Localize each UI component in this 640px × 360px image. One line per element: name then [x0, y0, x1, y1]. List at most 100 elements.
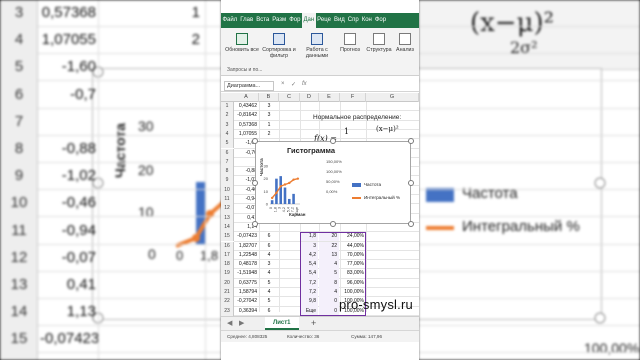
cell-a[interactable]: 1,22548	[234, 251, 258, 260]
outline-icon	[373, 33, 385, 45]
cell-b[interactable]: 3	[259, 260, 279, 269]
column-header[interactable]: E	[319, 93, 340, 102]
ribbon-tab[interactable]: Кон	[360, 13, 373, 28]
chart-resize-handle[interactable]	[408, 138, 414, 144]
histogram-bar	[292, 193, 295, 204]
column-header[interactable]: A	[234, 93, 259, 102]
row-header[interactable]: 14	[221, 222, 234, 233]
row-header[interactable]: 1	[221, 102, 234, 112]
row-header[interactable]: 4	[221, 129, 234, 140]
cell-a[interactable]: 1,82707	[234, 242, 258, 251]
row-header[interactable]: 19	[221, 269, 234, 279]
cell-b[interactable]: 5	[259, 297, 279, 306]
y2-tick-label: 150,00%	[326, 159, 342, 164]
row-header[interactable]: 22	[221, 297, 234, 307]
prev-sheet-icon[interactable]: ◀	[227, 319, 232, 327]
cell-b[interactable]: 6	[259, 242, 279, 251]
fx-icon[interactable]: fx	[302, 81, 307, 87]
cell-b[interactable]: 3	[259, 102, 279, 111]
ribbon-tab[interactable]: Фор	[373, 13, 387, 28]
cell-a[interactable]: 1,58794	[234, 288, 258, 297]
row-header[interactable]: 13	[221, 213, 234, 223]
ribbon-tab[interactable]: Фор	[288, 13, 302, 28]
row-header[interactable]: 8	[221, 167, 234, 177]
row-header[interactable]: 23	[221, 306, 234, 316]
cell-a[interactable]: -1,51948	[234, 269, 258, 278]
ribbon-panel: Обновить все Сортировка и фильтр Работа …	[221, 28, 419, 76]
chart-resize-handle[interactable]	[252, 138, 258, 144]
cell-b[interactable]: 4	[259, 288, 279, 297]
chart-resize-handle[interactable]	[408, 221, 414, 227]
cell-b[interactable]: 6	[259, 232, 279, 241]
ribbon-tab[interactable]: Глав	[239, 13, 255, 28]
cell-a[interactable]: -0,27042	[234, 297, 258, 306]
cell-a[interactable]: 0,48178	[234, 260, 258, 269]
next-sheet-icon[interactable]: ▶	[239, 319, 244, 327]
ribbon-tab[interactable]: Разм	[271, 13, 288, 28]
row-header[interactable]: 12	[221, 204, 234, 214]
column-header[interactable]: B	[259, 93, 279, 102]
refresh-all-button[interactable]: Обновить все	[225, 33, 259, 53]
row-header[interactable]: 2	[221, 111, 234, 121]
ribbon-tab[interactable]: Дан	[301, 13, 316, 28]
row-header[interactable]: 6	[221, 148, 234, 158]
row-header[interactable]: 7	[221, 157, 234, 168]
row-header[interactable]: 21	[221, 288, 234, 298]
cell-a[interactable]: -0,07423	[234, 232, 258, 241]
cell-a[interactable]: 0,43462	[234, 102, 258, 111]
enter-icon[interactable]: ✓	[291, 81, 296, 88]
column-header[interactable]: G	[366, 93, 419, 102]
chart-resize-handle[interactable]	[330, 138, 336, 144]
forecast-icon	[344, 33, 356, 45]
cell-a[interactable]: -0,81642	[234, 111, 258, 120]
add-sheet-icon[interactable]: +	[311, 318, 316, 328]
column-header[interactable]: C	[279, 93, 300, 102]
column-header[interactable]: F	[340, 93, 366, 102]
cell-a[interactable]: 0,36394	[234, 307, 258, 316]
row-header[interactable]: 3	[221, 120, 234, 130]
row-header[interactable]: 15	[221, 232, 234, 242]
outline-button[interactable]: Структура	[365, 33, 393, 53]
column-header[interactable]: D	[300, 93, 319, 102]
chart-resize-handle[interactable]	[252, 180, 258, 186]
ribbon-tab[interactable]: Спр	[346, 13, 360, 28]
analysis-button[interactable]: Анализ	[393, 33, 417, 53]
cell-b[interactable]: 2	[259, 130, 279, 139]
row-header[interactable]: 9	[221, 176, 234, 186]
name-box[interactable]: Диаграмма...	[224, 81, 274, 91]
histogram-chart[interactable]: Гистограмма 30 20 10 0 0 1,8 3 4,2 5,4 7,2 Еще 150,…	[255, 141, 411, 224]
row-header[interactable]: 18	[221, 260, 234, 270]
chart-resize-handle[interactable]	[408, 180, 414, 186]
cell-b[interactable]: 1	[259, 121, 279, 130]
row-header[interactable]: 5	[221, 139, 234, 149]
sheet-tab[interactable]: Лист1	[265, 317, 299, 330]
bg-row-number: 4	[14, 31, 24, 49]
cell-b[interactable]: 6	[259, 307, 279, 316]
row-header[interactable]: 16	[221, 241, 234, 251]
chart-resize-handle[interactable]	[252, 221, 258, 227]
row-header[interactable]: 10	[221, 185, 234, 195]
chart-resize-handle[interactable]	[330, 221, 336, 227]
ribbon-tab[interactable]: Вид	[332, 13, 346, 28]
cell-b[interactable]: 4	[259, 269, 279, 278]
sort-filter-button[interactable]: Сортировка и фильтр	[261, 33, 297, 59]
cell-a[interactable]: 0,57368	[234, 121, 258, 130]
cell-b[interactable]: 3	[259, 111, 279, 120]
cell-b[interactable]: 4	[259, 251, 279, 260]
row-header[interactable]: 20	[221, 278, 234, 288]
cell-b[interactable]: 5	[259, 279, 279, 288]
ribbon-tab[interactable]: Реце	[316, 13, 333, 28]
ribbon-tab[interactable]: Вста	[255, 13, 271, 28]
row-header[interactable]: 17	[221, 250, 234, 261]
y-tick-label: 10	[264, 189, 269, 194]
ribbon-tab[interactable]: Файл	[221, 13, 239, 28]
bg-cell-value: -0,46	[61, 194, 96, 212]
bg-row-number: 15	[10, 330, 28, 348]
cancel-icon[interactable]: ×	[281, 81, 285, 87]
bg-cell-b: 2	[191, 31, 200, 49]
row-header[interactable]: 11	[221, 195, 234, 205]
data-tools-button[interactable]: Работа с данными	[301, 33, 333, 59]
cell-a[interactable]: 0,63775	[234, 279, 258, 288]
y2-tick-label: 100,00%	[326, 169, 342, 174]
forecast-button[interactable]: Прогноз	[337, 33, 363, 53]
